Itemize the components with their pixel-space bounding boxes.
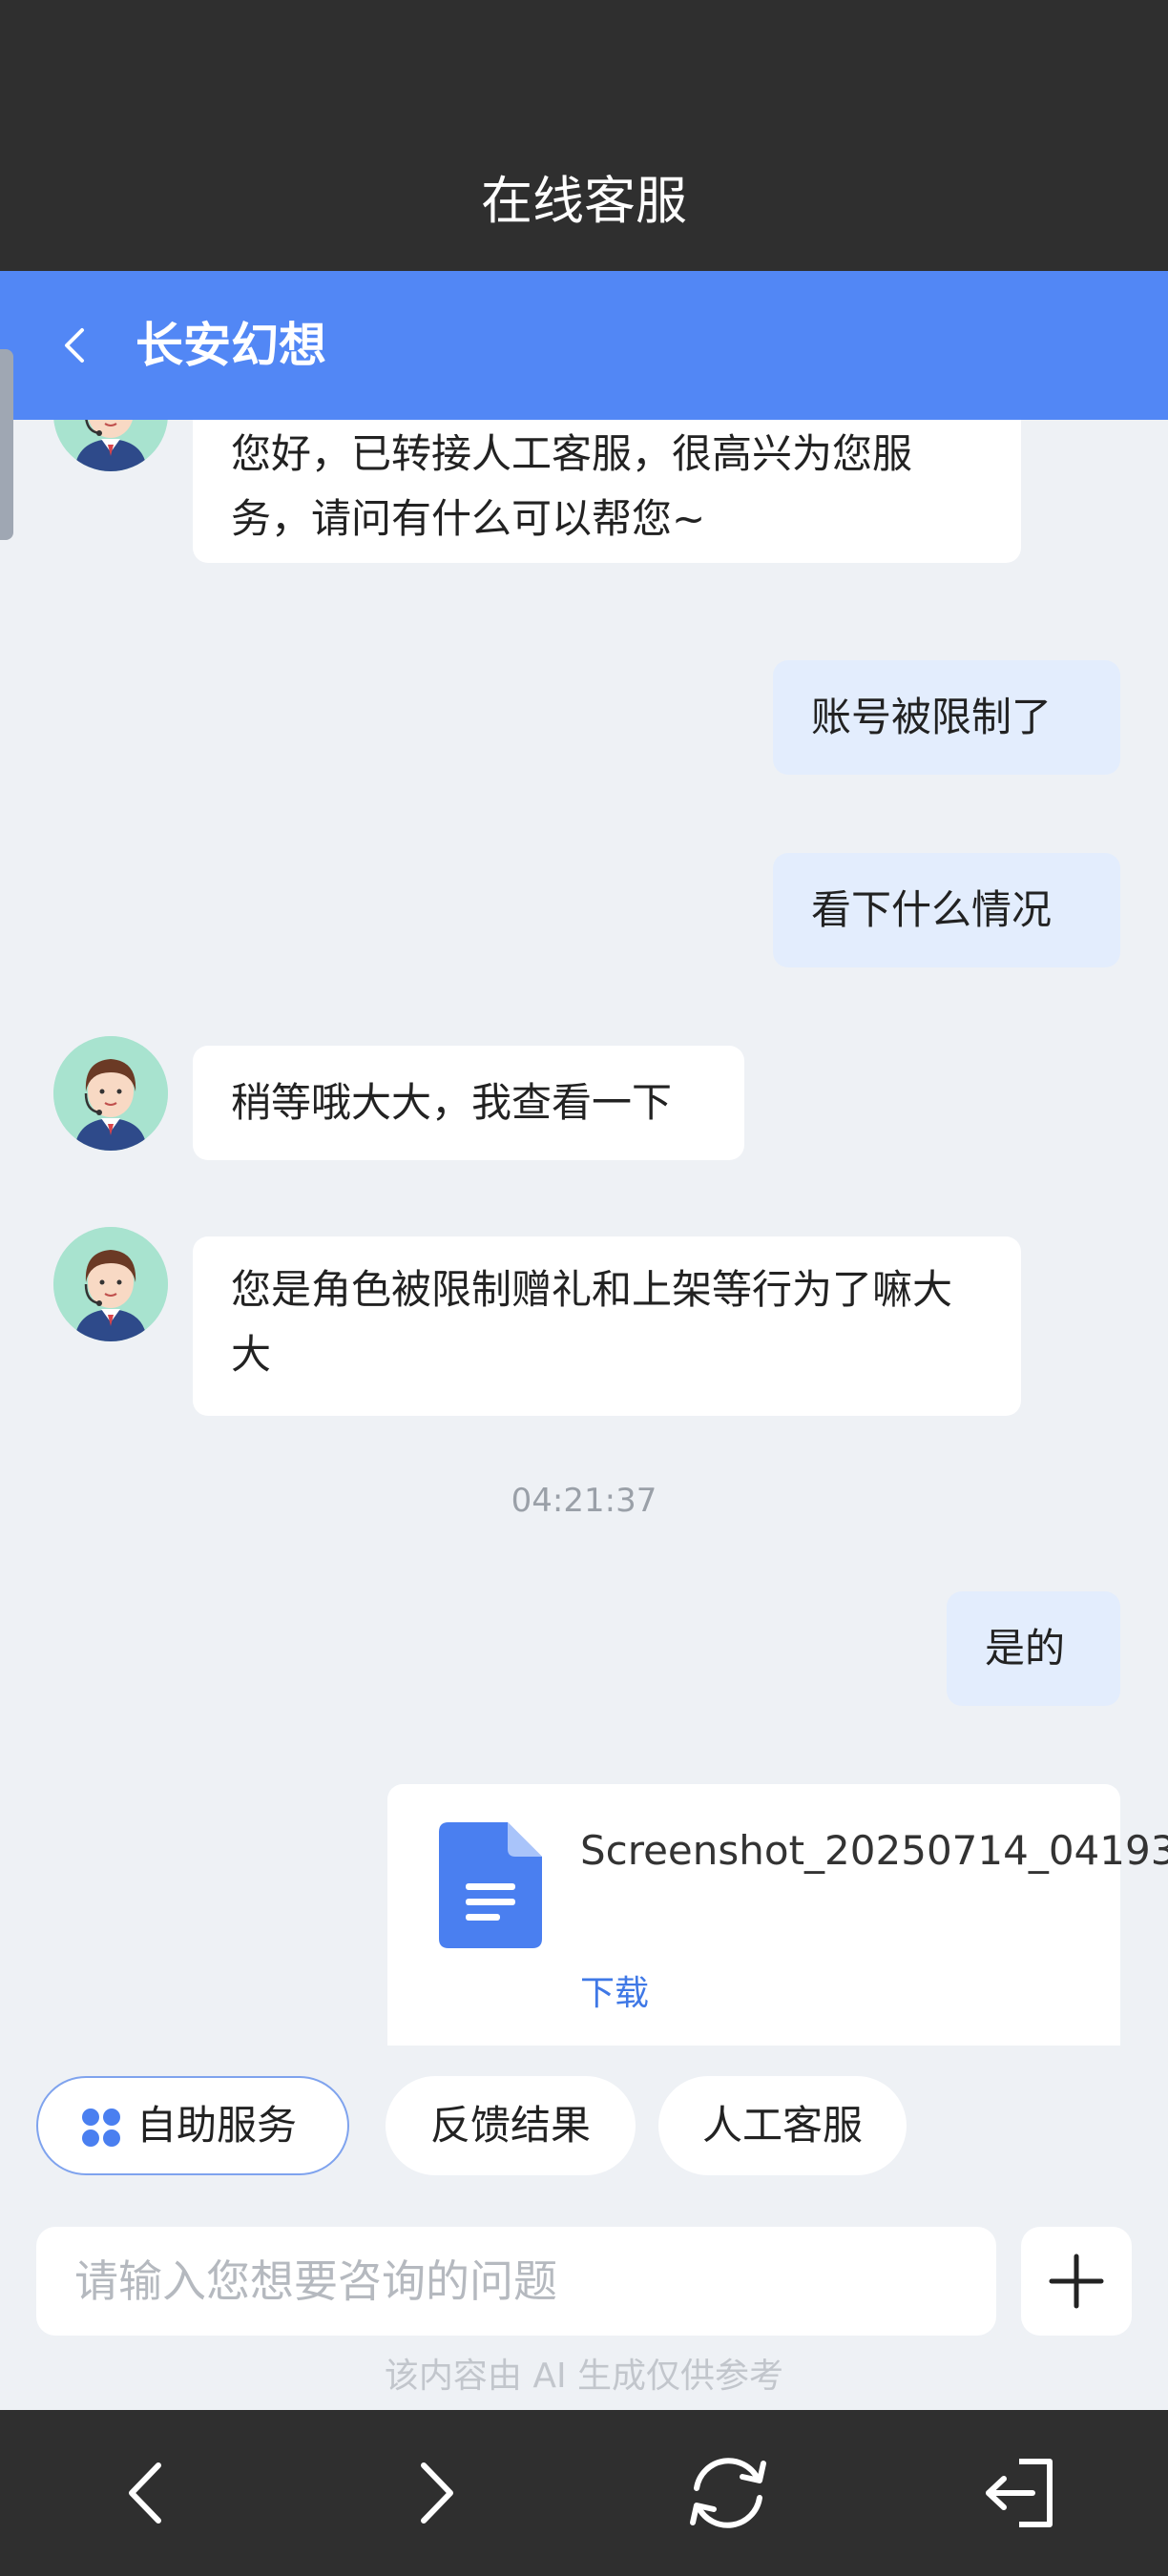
agent-avatar [53,420,168,471]
question-input[interactable]: 请输入您想要咨询的问题 [36,2227,996,2336]
user-message: 是的 [947,1591,1120,1706]
chat-area[interactable]: 您好，已转接人工客服，很高兴为您服务，请问有什么可以帮您~ 账号被限制了 看下什… [0,420,1168,2046]
game-name: 长安幻想 [136,318,326,373]
file-name: Screenshot_20250714_041936_com_tencent_.… [580,1827,1168,1874]
download-link[interactable]: 下载 [580,1965,649,2015]
grid-icon [82,2109,120,2147]
agent-avatar [53,1036,168,1151]
feedback-result-button[interactable]: 反馈结果 [386,2076,636,2175]
add-button[interactable] [1021,2227,1132,2336]
agent-avatar [53,1227,168,1341]
file-attachment-card[interactable]: Screenshot_20250714_041936_com_tencent_.… [387,1784,1168,2046]
ai-disclaimer: 该内容由 AI 生成仅供参考 [384,2357,784,2396]
back-chevron-icon[interactable] [50,315,103,376]
document-icon [439,1822,542,1948]
chat-header: 长安幻想 [0,271,1168,420]
refresh-icon[interactable] [676,2450,781,2536]
bottom-nav-bar [0,2410,1168,2576]
agent-message: 您是角色被限制赠礼和上架等行为了嘛大大 [193,1236,1021,1416]
message-timestamp: 04:21:37 [511,1482,657,1520]
self-service-button[interactable]: 自助服务 [36,2076,349,2175]
user-message: 账号被限制了 [773,660,1120,775]
agent-message: 您好，已转接人工客服，很高兴为您服务，请问有什么可以帮您~ [193,420,1021,563]
nav-back-icon[interactable] [94,2450,198,2536]
agent-message: 稍等哦大大，我查看一下 [193,1046,744,1160]
nav-forward-icon[interactable] [384,2450,489,2536]
human-agent-button[interactable]: 人工客服 [658,2076,907,2175]
exit-icon[interactable] [966,2450,1071,2536]
plus-icon [1049,2254,1104,2309]
title-bar: 在线客服 [0,0,1168,271]
user-message: 看下什么情况 [773,853,1120,967]
self-service-label: 自助服务 [136,2102,297,2149]
window-title: 在线客服 [481,171,687,231]
